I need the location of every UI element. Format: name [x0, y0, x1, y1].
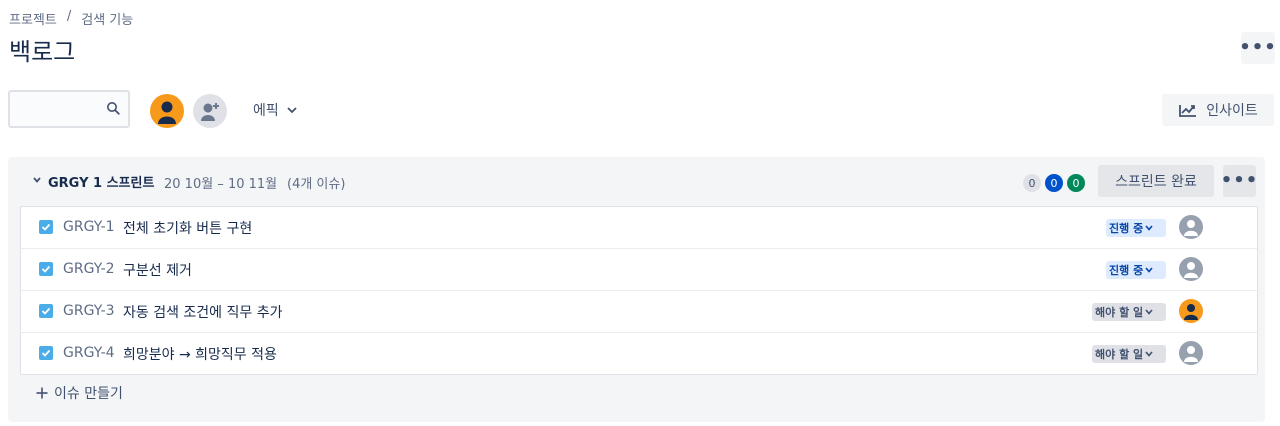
story-checkbox-icon [39, 262, 53, 276]
insights-button[interactable]: 인사이트 [1162, 94, 1274, 126]
unassigned-avatar[interactable] [1179, 341, 1203, 365]
issue-row[interactable]: GRGY-1 전체 초기화 버튼 구현 진행 중 [21, 207, 1257, 249]
insights-label: 인사이트 [1206, 103, 1258, 119]
issue-summary[interactable]: 전체 초기화 버튼 구현 [123, 218, 252, 238]
chevron-down-icon [1145, 309, 1153, 315]
more-icon: ••• [1220, 170, 1259, 191]
assignee-avatar[interactable] [1179, 299, 1203, 323]
search-input[interactable] [10, 92, 116, 126]
todo-count-badge: 0 [1023, 174, 1041, 192]
trend-chart-icon [1179, 105, 1197, 117]
create-issue-button[interactable]: 이슈 만들기 [36, 383, 123, 403]
in-progress-count-badge: 0 [1045, 174, 1063, 192]
chevron-down-icon [1145, 225, 1153, 231]
sprint-dates: 20 10월 – 10 11월 [164, 177, 278, 192]
sprint-name[interactable]: GRGY 1 스프린트 [48, 172, 154, 191]
create-issue-label: 이슈 만들기 [54, 386, 123, 402]
person-icon [1184, 262, 1198, 278]
story-checkbox-icon [39, 304, 53, 318]
issue-key[interactable]: GRGY-2 [63, 261, 115, 277]
person-icon [1184, 304, 1198, 320]
add-person-icon [201, 103, 219, 121]
issue-key[interactable]: GRGY-1 [63, 219, 115, 235]
issue-summary[interactable]: 구분선 제거 [123, 260, 192, 280]
chevron-down-icon [1145, 351, 1153, 357]
breadcrumb-current-link[interactable]: 검색 기능 [81, 9, 133, 28]
status-dropdown[interactable]: 해야 할 일 [1092, 303, 1166, 321]
sprint-header: GRGY 1 스프린트 20 10월 – 10 11월 (4개 이슈) 0 0 … [8, 157, 1265, 205]
person-icon [1184, 346, 1198, 362]
status-label: 해야 할 일 [1095, 348, 1144, 361]
unassigned-avatar[interactable] [1179, 215, 1203, 239]
more-icon: ••• [1239, 37, 1277, 58]
sprint-issue-count: (4개 이슈) [287, 177, 346, 192]
sprint-container: GRGY 1 스프린트 20 10월 – 10 11월 (4개 이슈) 0 0 … [8, 157, 1265, 422]
status-dropdown[interactable]: 진행 중 [1106, 261, 1166, 279]
epic-filter-dropdown[interactable]: 에픽 [253, 100, 297, 120]
issue-key[interactable]: GRGY-3 [63, 303, 115, 319]
complete-sprint-button[interactable]: 스프린트 완료 [1098, 165, 1214, 197]
chevron-down-icon [1145, 267, 1153, 273]
issue-row[interactable]: GRGY-4 희망분야 → 희망직무 적용 해야 할 일 [21, 333, 1257, 374]
sprint-more-button[interactable]: ••• [1220, 165, 1259, 197]
story-checkbox-icon [39, 220, 53, 234]
page-title: 백로그 [9, 38, 76, 66]
story-checkbox-icon [39, 346, 53, 360]
breadcrumb: 프로젝트 / 검색 기능 [9, 9, 133, 28]
search-box[interactable] [8, 90, 130, 128]
page-more-button[interactable]: ••• [1239, 32, 1277, 64]
status-dropdown[interactable]: 진행 중 [1106, 219, 1166, 237]
status-label: 진행 중 [1109, 264, 1144, 277]
breadcrumb-project-link[interactable]: 프로젝트 [9, 9, 57, 28]
person-icon [158, 101, 176, 124]
epic-filter-label: 에픽 [253, 103, 279, 119]
breadcrumb-separator: / [66, 9, 72, 24]
status-label: 진행 중 [1109, 222, 1144, 235]
issue-row[interactable]: GRGY-2 구분선 제거 진행 중 [21, 249, 1257, 291]
plus-icon [36, 387, 48, 399]
issue-summary[interactable]: 희망분야 → 희망직무 적용 [123, 344, 277, 364]
chevron-down-icon [287, 107, 297, 114]
done-count-badge: 0 [1067, 174, 1085, 192]
user-avatar[interactable] [150, 94, 184, 128]
person-icon [1184, 220, 1198, 236]
status-counts: 0 0 0 [1023, 174, 1085, 192]
status-dropdown[interactable]: 해야 할 일 [1092, 345, 1166, 363]
issue-summary[interactable]: 자동 검색 조건에 직무 추가 [123, 302, 282, 322]
search-icon [107, 102, 120, 115]
issue-row[interactable]: GRGY-3 자동 검색 조건에 직무 추가 해야 할 일 [21, 291, 1257, 333]
add-people-button[interactable] [193, 94, 227, 128]
unassigned-avatar[interactable] [1179, 257, 1203, 281]
issue-key[interactable]: GRGY-4 [63, 345, 115, 361]
status-label: 해야 할 일 [1095, 306, 1144, 319]
issue-list: GRGY-1 전체 초기화 버튼 구현 진행 중 GRGY-2 구분선 제거 진행 중 GR… [20, 206, 1258, 375]
chevron-down-icon[interactable] [32, 175, 42, 185]
